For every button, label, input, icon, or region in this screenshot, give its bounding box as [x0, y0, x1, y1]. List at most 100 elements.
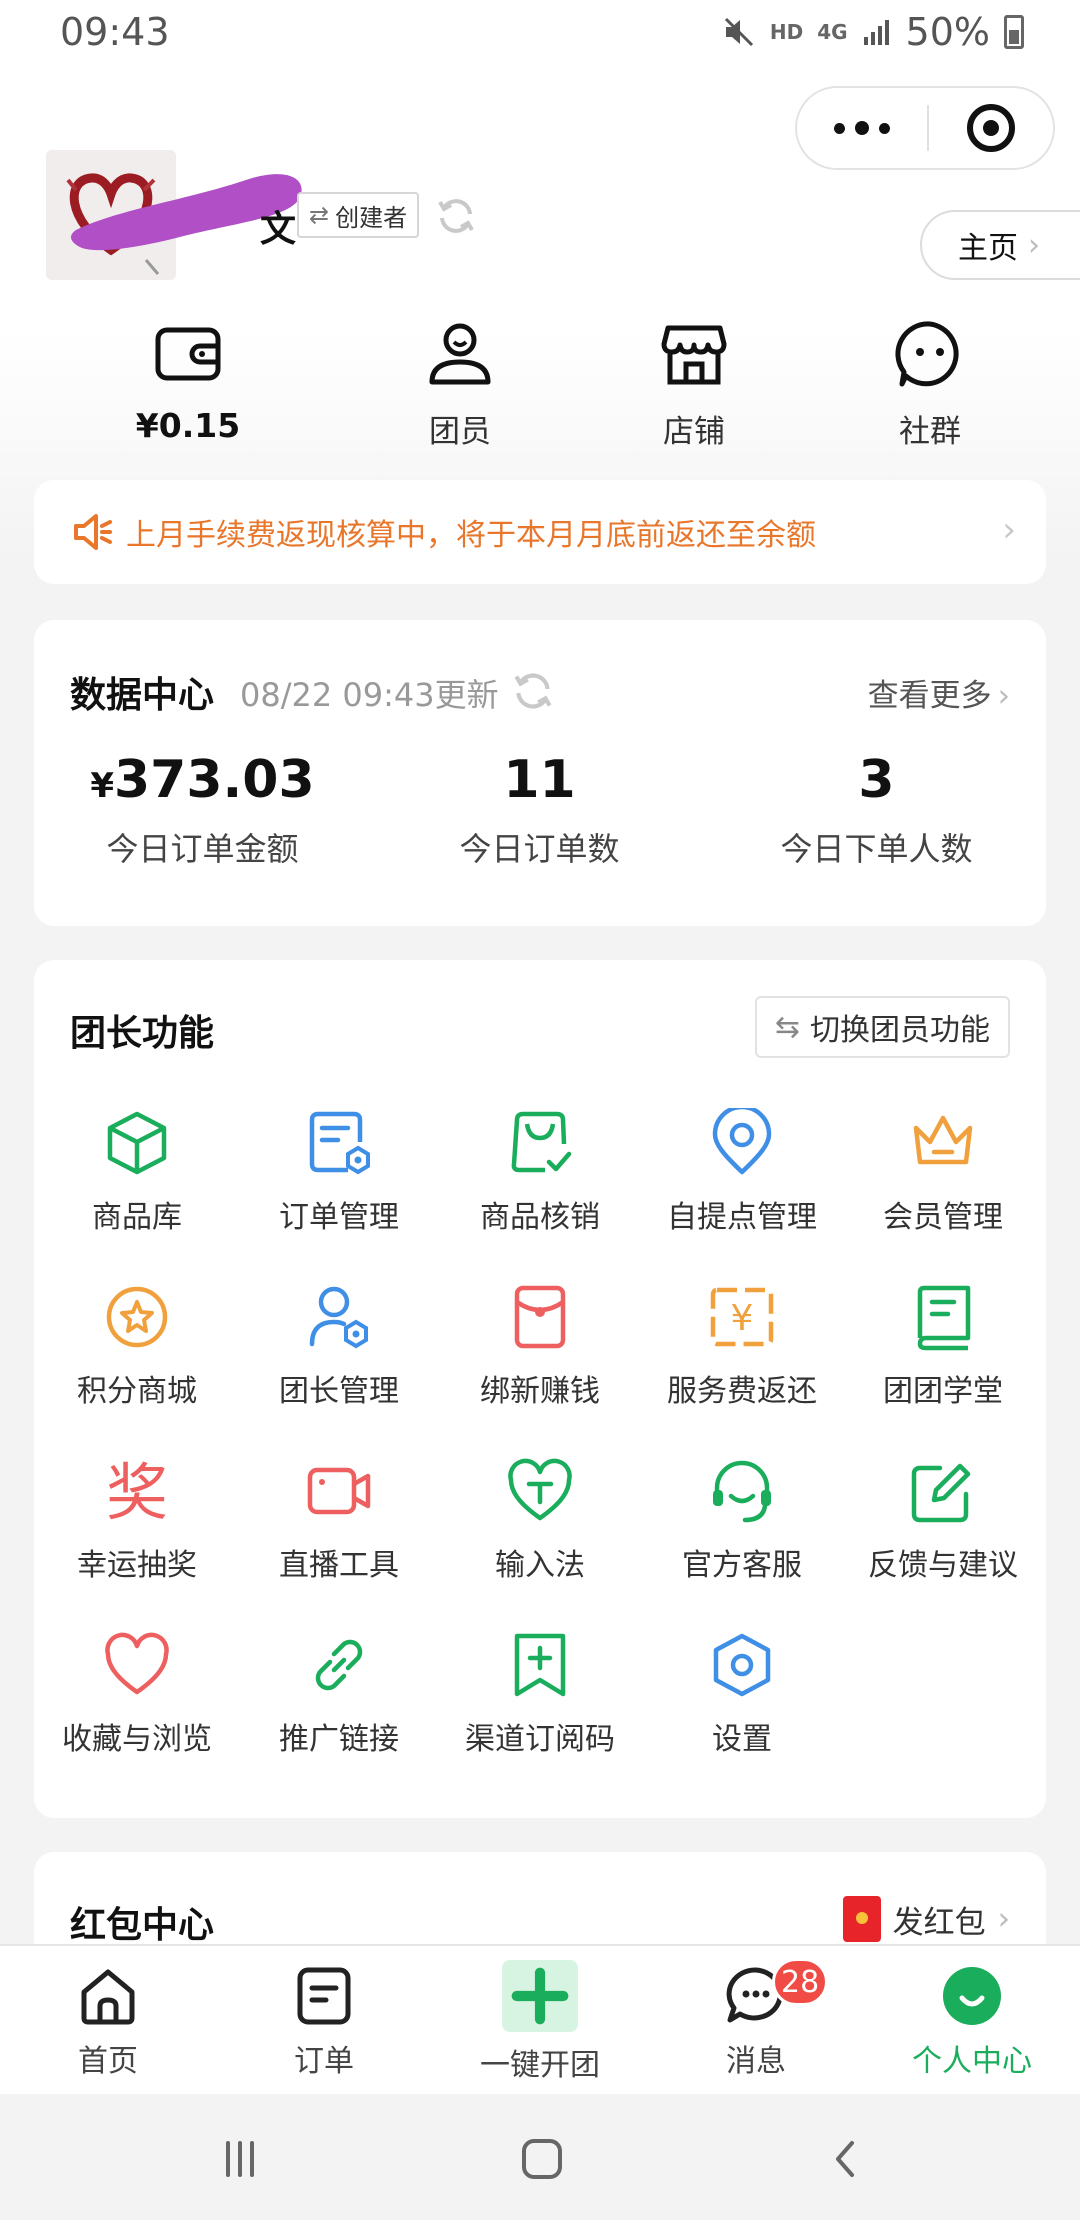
- grid-label: 积分商城: [77, 1374, 197, 1409]
- grid-item-group-academy[interactable]: 团团学堂: [848, 1282, 1038, 1410]
- grid-item-bind-new-earn[interactable]: 绑新赚钱: [445, 1282, 635, 1410]
- link-icon: [315, 1639, 363, 1691]
- grid-label: 服务费返还: [667, 1374, 817, 1409]
- bookmark-plus-icon: [514, 1633, 566, 1697]
- close-miniprogram-button[interactable]: [929, 88, 1053, 168]
- grid-label: 绑新赚钱: [480, 1374, 600, 1409]
- functions-title: 团长功能: [70, 1013, 215, 1054]
- battery-icon: [1004, 15, 1024, 49]
- grid-label: 幸运抽奖: [77, 1548, 197, 1583]
- miniprogram-capsule: [795, 86, 1055, 170]
- wallet-balance: ¥0.15: [135, 406, 241, 445]
- community-entry[interactable]: 社群: [840, 318, 1020, 451]
- view-more-link[interactable]: 查看更多 ›: [868, 670, 1010, 715]
- tab-label: 消息: [726, 2044, 786, 2079]
- grid-item-favorites-history[interactable]: 收藏与浏览: [42, 1630, 232, 1758]
- grid-item-lucky-draw[interactable]: 奖 幸运抽奖: [42, 1456, 232, 1584]
- tab-label: 一键开团: [480, 2048, 600, 2083]
- member-icon: [429, 323, 491, 385]
- crown-icon: [913, 1115, 973, 1165]
- recent-apps-button[interactable]: [210, 2134, 270, 2184]
- members-label: 团员: [429, 414, 491, 450]
- notice-bar[interactable]: 上月手续费返现核算中，将于本月月底前返还至余额 ›: [34, 480, 1046, 584]
- status-time: 09:43: [60, 10, 170, 54]
- status-icons: HD 4G 50%: [722, 10, 1024, 54]
- edit-icon: [911, 1463, 971, 1523]
- shop-label: 店铺: [663, 414, 725, 450]
- stat-value: 11: [503, 750, 576, 810]
- tab-create-group[interactable]: 一键开团: [432, 1960, 648, 2084]
- send-red-packet-button[interactable]: 发红包 ›: [842, 1896, 1010, 1942]
- mute-icon: [724, 17, 753, 47]
- battery-percent: 50%: [905, 10, 990, 54]
- grid-item-verify-goods[interactable]: 商品核销: [445, 1108, 635, 1236]
- chevron-right-icon: ›: [1028, 227, 1040, 263]
- data-update-time: 08/22 09:43更新: [240, 676, 499, 714]
- stat-buyer-count[interactable]: 3 今日下单人数: [708, 750, 1045, 870]
- home-system-button[interactable]: [512, 2134, 572, 2184]
- hd-indicator: HD: [769, 20, 804, 44]
- home-button[interactable]: 主页 ›: [920, 210, 1080, 280]
- unread-badge: 28: [772, 1958, 829, 2006]
- grid-item-order-management[interactable]: 订单管理: [244, 1108, 434, 1236]
- grid-item-product-library[interactable]: 商品库: [42, 1108, 232, 1236]
- plus-icon: [502, 1960, 578, 2032]
- grid-label: 设置: [712, 1722, 772, 1757]
- send-red-packet-label: 发红包: [892, 1904, 986, 1941]
- grid-item-customer-service[interactable]: 官方客服: [647, 1456, 837, 1584]
- role-switch-tag[interactable]: ⇄ 创建者: [297, 192, 420, 238]
- heart-icon: [105, 1632, 169, 1695]
- headset-icon: [713, 1460, 771, 1523]
- tab-orders[interactable]: 订单: [216, 1964, 432, 2080]
- grid-label: 推广链接: [279, 1722, 399, 1757]
- members-entry[interactable]: 团员: [370, 318, 550, 451]
- target-icon: [967, 104, 1015, 152]
- grid-item-settings[interactable]: 设置: [647, 1630, 837, 1758]
- grid-item-service-fee-refund[interactable]: ¥ 服务费返还: [647, 1282, 837, 1410]
- notice-text: 上月手续费返现核算中，将于本月月底前返还至余额: [126, 518, 816, 553]
- grid-item-points-mall[interactable]: 积分商城: [42, 1282, 232, 1410]
- stat-order-count[interactable]: 11 今日订单数: [371, 750, 708, 870]
- grid-label: 团团学堂: [883, 1374, 1003, 1409]
- switch-member-functions-button[interactable]: ⇆ 切换团员功能: [754, 996, 1010, 1058]
- tab-profile[interactable]: 个人中心: [864, 1964, 1080, 2080]
- star-coin-icon: [106, 1286, 168, 1348]
- grid-item-promo-link[interactable]: 推广链接: [244, 1630, 434, 1758]
- svg-text:¥: ¥: [731, 1298, 754, 1339]
- system-nav-bar: [0, 2094, 1080, 2220]
- dot-icon: [834, 122, 845, 134]
- shop-entry[interactable]: 店铺: [604, 318, 784, 451]
- grid-label: 商品核销: [480, 1200, 600, 1235]
- wallet-entry[interactable]: ¥0.15: [98, 318, 278, 445]
- grid-item-live-tools[interactable]: 直播工具: [244, 1456, 434, 1584]
- grid-item-feedback[interactable]: 反馈与建议: [848, 1456, 1038, 1584]
- more-menu-button[interactable]: [797, 88, 927, 168]
- grid-item-leader-management[interactable]: 团长管理: [244, 1282, 434, 1410]
- role-label: 创建者: [335, 203, 408, 232]
- prize-icon: 奖: [106, 1456, 168, 1526]
- chevron-right-icon: ›: [997, 678, 1010, 714]
- grid-item-channel-code[interactable]: 渠道订阅码: [445, 1630, 635, 1758]
- grid-label: 收藏与浏览: [62, 1722, 212, 1757]
- settings-hex-icon: [713, 1633, 771, 1697]
- status-bar: 09:43 HD 4G 50%: [0, 0, 1080, 66]
- community-label: 社群: [899, 414, 961, 450]
- leader-functions-card: 团长功能 ⇆ 切换团员功能 商品库 订单管理 商品核销 自提点管理 会员管理 积…: [34, 960, 1046, 1818]
- chevron-right-icon: ›: [997, 1901, 1010, 1937]
- store-icon: [661, 325, 727, 385]
- tab-home[interactable]: 首页: [0, 1964, 216, 2080]
- network-indicator: 4G: [817, 20, 848, 44]
- back-button[interactable]: [816, 2134, 876, 2184]
- location-pin-icon: [712, 1108, 772, 1175]
- recent-apps-icon: [226, 2141, 254, 2177]
- tab-messages[interactable]: 28 消息: [648, 1958, 864, 2080]
- grid-label: 直播工具: [279, 1548, 399, 1583]
- grid-item-pickup-points[interactable]: 自提点管理: [647, 1108, 837, 1236]
- stat-order-amount[interactable]: ¥373.03 今日订单金额: [34, 750, 371, 870]
- grid-item-input-method[interactable]: 输入法: [445, 1456, 635, 1584]
- refresh-icon[interactable]: [432, 192, 480, 240]
- grid-label: 会员管理: [883, 1200, 1003, 1235]
- refresh-icon[interactable]: [508, 666, 558, 716]
- grid-item-member-management[interactable]: 会员管理: [848, 1108, 1038, 1236]
- stat-value: ¥373.03: [90, 750, 315, 810]
